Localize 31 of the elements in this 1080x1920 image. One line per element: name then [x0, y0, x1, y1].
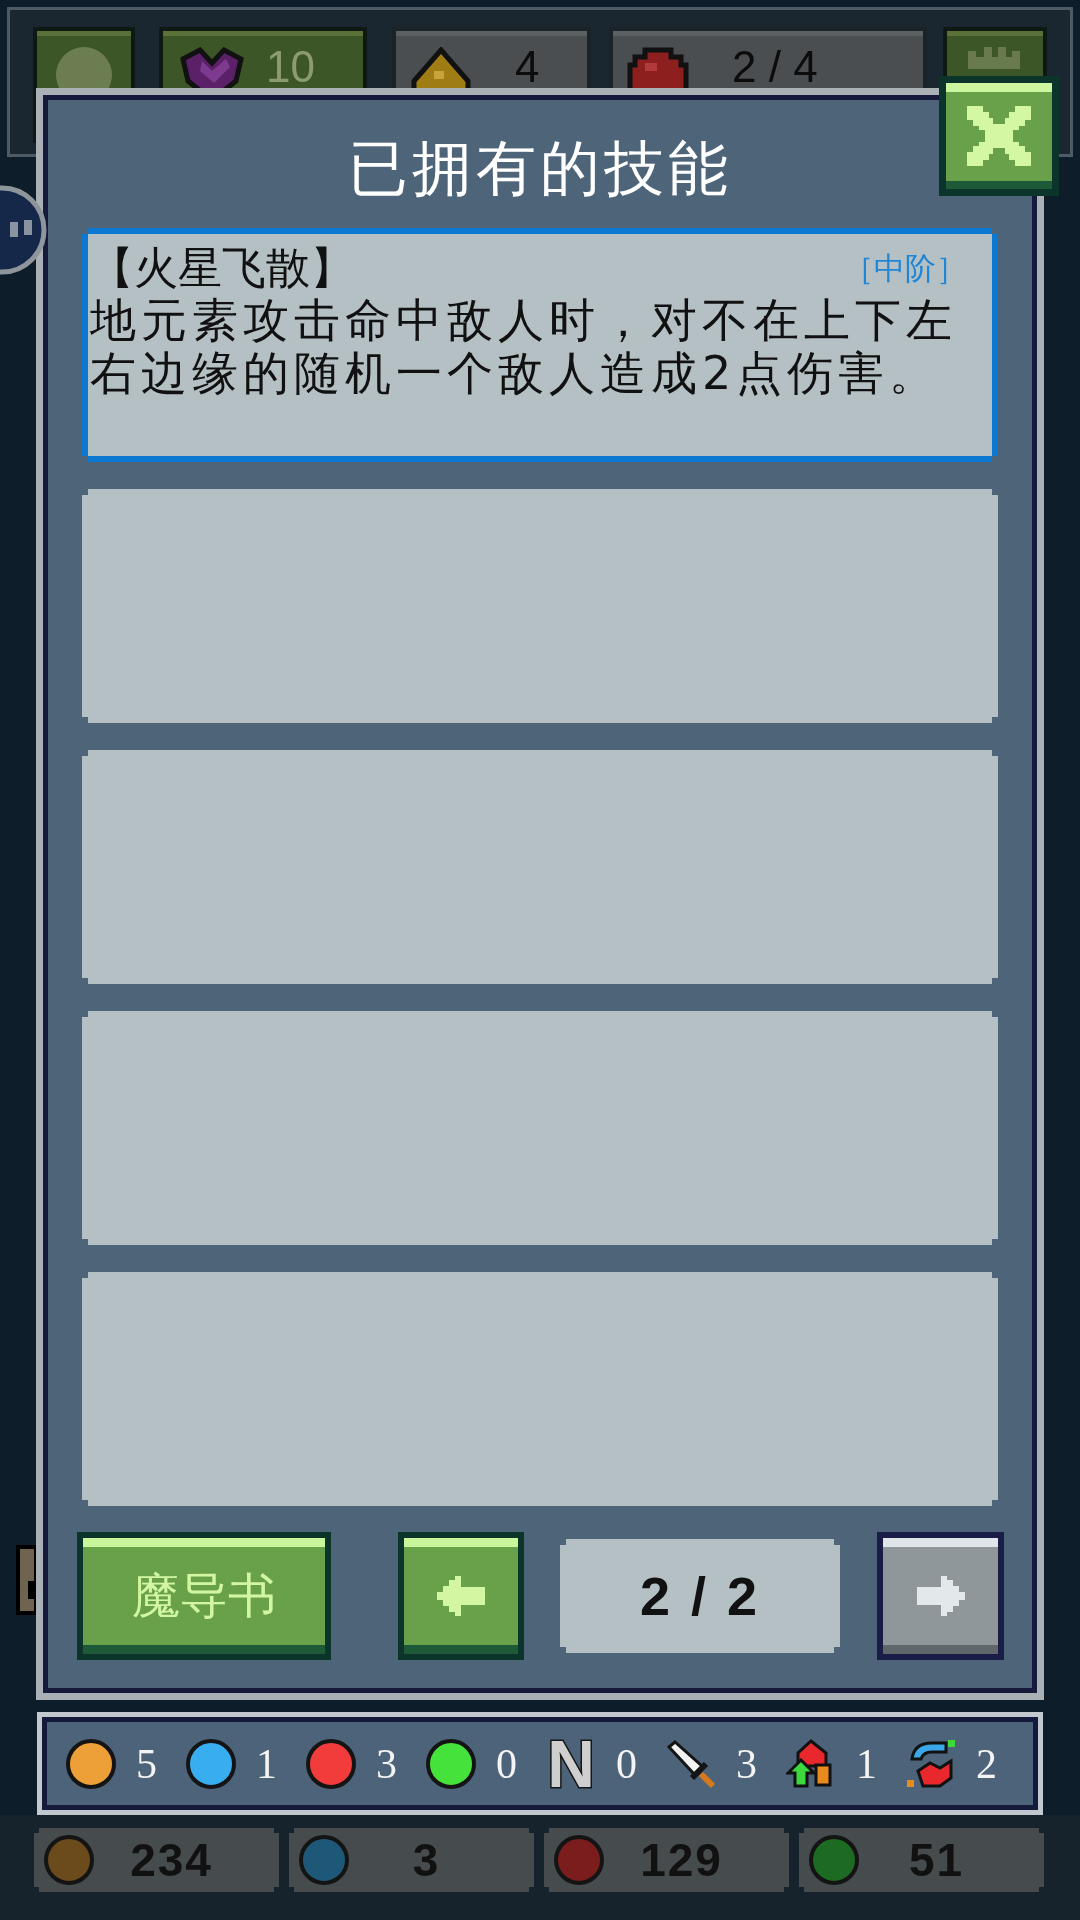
stat-value: 2 / 4 [732, 47, 818, 87]
close-button[interactable] [939, 76, 1059, 196]
skill-card[interactable]: 【火星飞散】 ［中阶］ 地元素攻击命中敌人时，对不在上下左右边缘的随机一个敌人造成2点伤害。 [82, 228, 998, 462]
resource-count: 234 [129, 1837, 214, 1883]
item-count: 0 [616, 1742, 637, 1785]
battlement-icon [968, 47, 1020, 69]
item-count: 1 [856, 1742, 877, 1785]
resource-count: 3 [411, 1837, 442, 1883]
item-count: 1 [256, 1742, 277, 1785]
skill-name: 【火星飞散】 [90, 242, 354, 294]
side-tab-icon [16, 1545, 38, 1615]
hook-splash-icon [906, 1738, 956, 1789]
sword-icon [666, 1738, 716, 1789]
skill-rank-label: ［中阶］ [843, 249, 967, 288]
close-icon [967, 106, 1031, 166]
item-count: 0 [496, 1742, 517, 1785]
stat-value: 4 [515, 47, 540, 87]
left-arrow-icon [437, 1576, 485, 1616]
resource-count: 129 [639, 1837, 724, 1883]
item-count: 3 [736, 1742, 757, 1785]
spellbook-button[interactable]: 魔导书 [77, 1532, 331, 1660]
resource-count: 51 [907, 1837, 966, 1883]
right-arrow-icon [916, 1576, 965, 1616]
item-count: 3 [376, 1742, 397, 1785]
item-count: 2 [976, 1742, 997, 1785]
rune-letter: N [546, 1730, 596, 1797]
hud-button[interactable] [943, 27, 1047, 76]
page-indicator: 2 / 2 [560, 1539, 840, 1653]
item-count: 5 [136, 1742, 157, 1785]
skill-description: 地元素攻击命中敌人时，对不在上下左右边缘的随机一个敌人造成2点伤害。 [90, 294, 958, 400]
previous-page-button[interactable] [398, 1532, 524, 1660]
